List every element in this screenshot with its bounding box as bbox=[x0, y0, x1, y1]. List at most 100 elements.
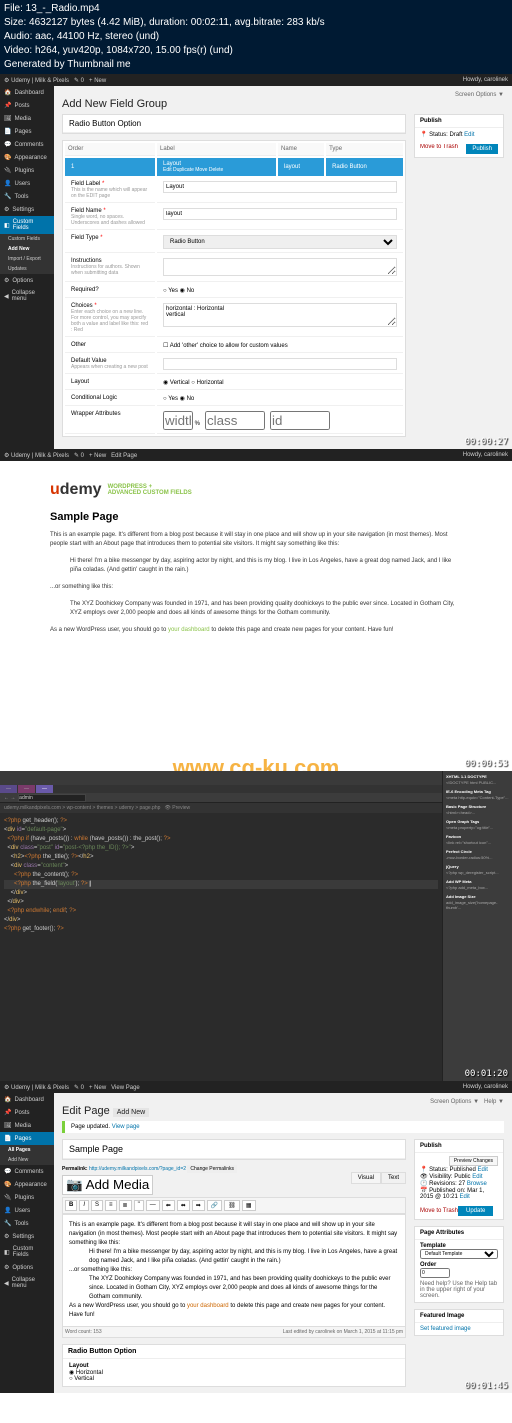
input-class[interactable] bbox=[205, 411, 265, 430]
ide-tab-3[interactable]: — bbox=[36, 785, 53, 793]
btn-align-c[interactable]: ⬌ bbox=[177, 1200, 190, 1211]
nav-dashboard[interactable]: 🏠 Dashboard bbox=[0, 86, 54, 99]
nav4-cf[interactable]: ◧ Custom Fields bbox=[0, 1243, 54, 1261]
tab-text[interactable]: Text bbox=[381, 1172, 406, 1184]
change-permalinks[interactable]: Change Permalinks bbox=[187, 1165, 237, 1173]
nav4-appearance[interactable]: 🎨 Appearance bbox=[0, 1178, 54, 1191]
nav-cf-list[interactable]: Custom Fields bbox=[0, 234, 54, 244]
nav-cf-import[interactable]: Import / Export bbox=[0, 254, 54, 264]
new-link[interactable]: New bbox=[94, 78, 106, 84]
nav4-media[interactable]: 🖼 Media bbox=[0, 1119, 54, 1132]
code-editor[interactable]: <?php get_header(); ?> <div id="default-… bbox=[0, 813, 442, 1081]
radio-layout-v[interactable]: ◉ Vertical bbox=[163, 380, 190, 386]
nav-pages[interactable]: 📄 Pages bbox=[0, 125, 54, 138]
nav4-comments[interactable]: 💬 Comments bbox=[0, 1165, 54, 1178]
nav-users[interactable]: 👤 Users bbox=[0, 177, 54, 190]
nav-options[interactable]: ⚙ Options bbox=[0, 274, 54, 287]
publish-button[interactable]: Publish bbox=[466, 144, 498, 154]
help-tab[interactable]: Help bbox=[484, 1099, 496, 1105]
frame-2: ⚙ Udemy | Milk & Pixels ✎ 0 + New Edit P… bbox=[0, 449, 512, 771]
set-featured-link[interactable]: Set featured image bbox=[420, 1326, 471, 1332]
nav4-add-page[interactable]: Add New bbox=[0, 1155, 54, 1165]
nav4-options[interactable]: ⚙ Options bbox=[0, 1261, 54, 1274]
ide-breadcrumb[interactable]: udemy.milkandpixels.com > wp-content > t… bbox=[4, 805, 160, 811]
nav-cf-updates[interactable]: Updates bbox=[0, 264, 54, 274]
radio-cond-no[interactable]: ◉ No bbox=[180, 396, 195, 402]
btn-ol[interactable]: ≣ bbox=[119, 1200, 132, 1211]
select-field-type[interactable]: Radio Button bbox=[163, 235, 397, 249]
nav-collapse[interactable]: ◀ Collapse menu bbox=[0, 287, 54, 305]
add-media-button[interactable]: 📷 Add Media bbox=[62, 1175, 153, 1195]
ide-tab-2[interactable]: — bbox=[18, 785, 35, 793]
site-logo[interactable]: udemy WORDPRESS +ADVANCED CUSTOM FIELDS bbox=[50, 481, 462, 499]
nav4-tools[interactable]: 🔧 Tools bbox=[0, 1217, 54, 1230]
edit-status[interactable]: Edit bbox=[464, 132, 474, 138]
preview-btn[interactable]: Preview bbox=[172, 805, 190, 811]
nav-cf-add[interactable]: Add New bbox=[0, 244, 54, 254]
input-field-name[interactable] bbox=[163, 208, 397, 220]
site-name[interactable]: Udemy | Milk & Pixels bbox=[11, 78, 69, 84]
nav4-pages[interactable]: 📄 Pages bbox=[0, 1132, 54, 1145]
dashboard-link[interactable]: your dashboard bbox=[168, 627, 210, 633]
nav-posts[interactable]: 📌 Posts bbox=[0, 99, 54, 112]
screen-opts-4[interactable]: Screen Options bbox=[430, 1099, 471, 1105]
order-input[interactable] bbox=[420, 1268, 450, 1278]
nav4-users[interactable]: 👤 Users bbox=[0, 1204, 54, 1217]
title-input[interactable]: Sample Page bbox=[63, 1140, 405, 1159]
radio-req-yes[interactable]: ○ Yes bbox=[163, 288, 178, 294]
group-title-input[interactable]: Radio Button Option bbox=[63, 115, 405, 133]
field-row[interactable]: 1LayoutEdit Duplicate Move DeletelayoutR… bbox=[65, 158, 403, 176]
input-default[interactable] bbox=[163, 358, 397, 370]
template-select[interactable]: Default Template bbox=[420, 1249, 498, 1259]
radio-cond-yes[interactable]: ○ Yes bbox=[163, 396, 178, 402]
permalink[interactable]: http://udemy.milkandpixels.com/?page_id=… bbox=[89, 1166, 186, 1172]
nav-media[interactable]: 🖼 Media bbox=[0, 112, 54, 125]
nav4-settings[interactable]: ⚙ Settings bbox=[0, 1230, 54, 1243]
howdy[interactable]: Howdy, carolinek bbox=[463, 77, 508, 83]
screen-options[interactable]: Screen Options bbox=[455, 92, 496, 98]
edit-date[interactable]: Edit bbox=[459, 1194, 469, 1200]
btn-quote[interactable]: " bbox=[134, 1200, 144, 1211]
ide-search[interactable] bbox=[18, 794, 86, 802]
btn-strike[interactable]: S bbox=[91, 1200, 103, 1211]
input-instructions[interactable] bbox=[163, 258, 397, 276]
btn-italic[interactable]: I bbox=[79, 1200, 89, 1211]
frame-4: ⚙ Udemy | Milk & Pixels ✎ 0 + New View P… bbox=[0, 1081, 512, 1393]
btn-align-r[interactable]: ➡ bbox=[192, 1200, 205, 1211]
ide-tab-1[interactable]: — bbox=[0, 785, 17, 793]
nav-plugins[interactable]: 🔌 Plugins bbox=[0, 164, 54, 177]
input-id[interactable] bbox=[270, 411, 330, 430]
check-other[interactable]: ☐ Add 'other' choice to allow for custom… bbox=[163, 343, 288, 349]
btn-ul[interactable]: ≡ bbox=[105, 1200, 117, 1211]
btn-bold[interactable]: B bbox=[65, 1200, 77, 1211]
add-new-button[interactable]: Add New bbox=[113, 1108, 149, 1117]
nav-custom-fields[interactable]: ◧ Custom Fields bbox=[0, 216, 54, 234]
update-button[interactable]: Update bbox=[458, 1206, 493, 1216]
btn-hr[interactable]: — bbox=[146, 1200, 160, 1211]
btn-align-l[interactable]: ⬅ bbox=[162, 1200, 175, 1211]
input-choices[interactable]: horizontal : Horizontal vertical bbox=[163, 303, 397, 327]
content-editor[interactable]: This is an example page. It's different … bbox=[62, 1214, 406, 1327]
btn-more[interactable]: ▦ bbox=[242, 1200, 256, 1211]
preview-changes[interactable]: Preview Changes bbox=[449, 1156, 498, 1166]
nav-comments[interactable]: 💬 Comments bbox=[0, 138, 54, 151]
btn-unlink[interactable]: ⛓ bbox=[224, 1200, 240, 1211]
btn-link[interactable]: 🔗 bbox=[207, 1200, 222, 1211]
nav4-all-pages[interactable]: All Pages bbox=[0, 1145, 54, 1155]
nav4-dashboard[interactable]: 🏠 Dashboard bbox=[0, 1093, 54, 1106]
trash-link[interactable]: Move to Trash bbox=[420, 144, 458, 150]
radio-req-no[interactable]: ◉ No bbox=[180, 288, 195, 294]
nav4-posts[interactable]: 📌 Posts bbox=[0, 1106, 54, 1119]
input-field-label[interactable] bbox=[163, 181, 397, 193]
view-page-link[interactable]: View page bbox=[112, 1124, 140, 1130]
nav-appearance[interactable]: 🎨 Appearance bbox=[0, 151, 54, 164]
radio-vertical[interactable]: ○ Vertical bbox=[69, 1376, 94, 1382]
trash-4[interactable]: Move to Trash bbox=[420, 1208, 458, 1214]
tab-visual[interactable]: Visual bbox=[351, 1172, 381, 1184]
nav4-plugins[interactable]: 🔌 Plugins bbox=[0, 1191, 54, 1204]
radio-layout-h[interactable]: ○ Horizontal bbox=[191, 380, 223, 386]
nav-settings[interactable]: ⚙ Settings bbox=[0, 203, 54, 216]
input-width[interactable] bbox=[163, 411, 193, 430]
nav4-collapse[interactable]: ◀ Collapse menu bbox=[0, 1274, 54, 1292]
nav-tools[interactable]: 🔧 Tools bbox=[0, 190, 54, 203]
